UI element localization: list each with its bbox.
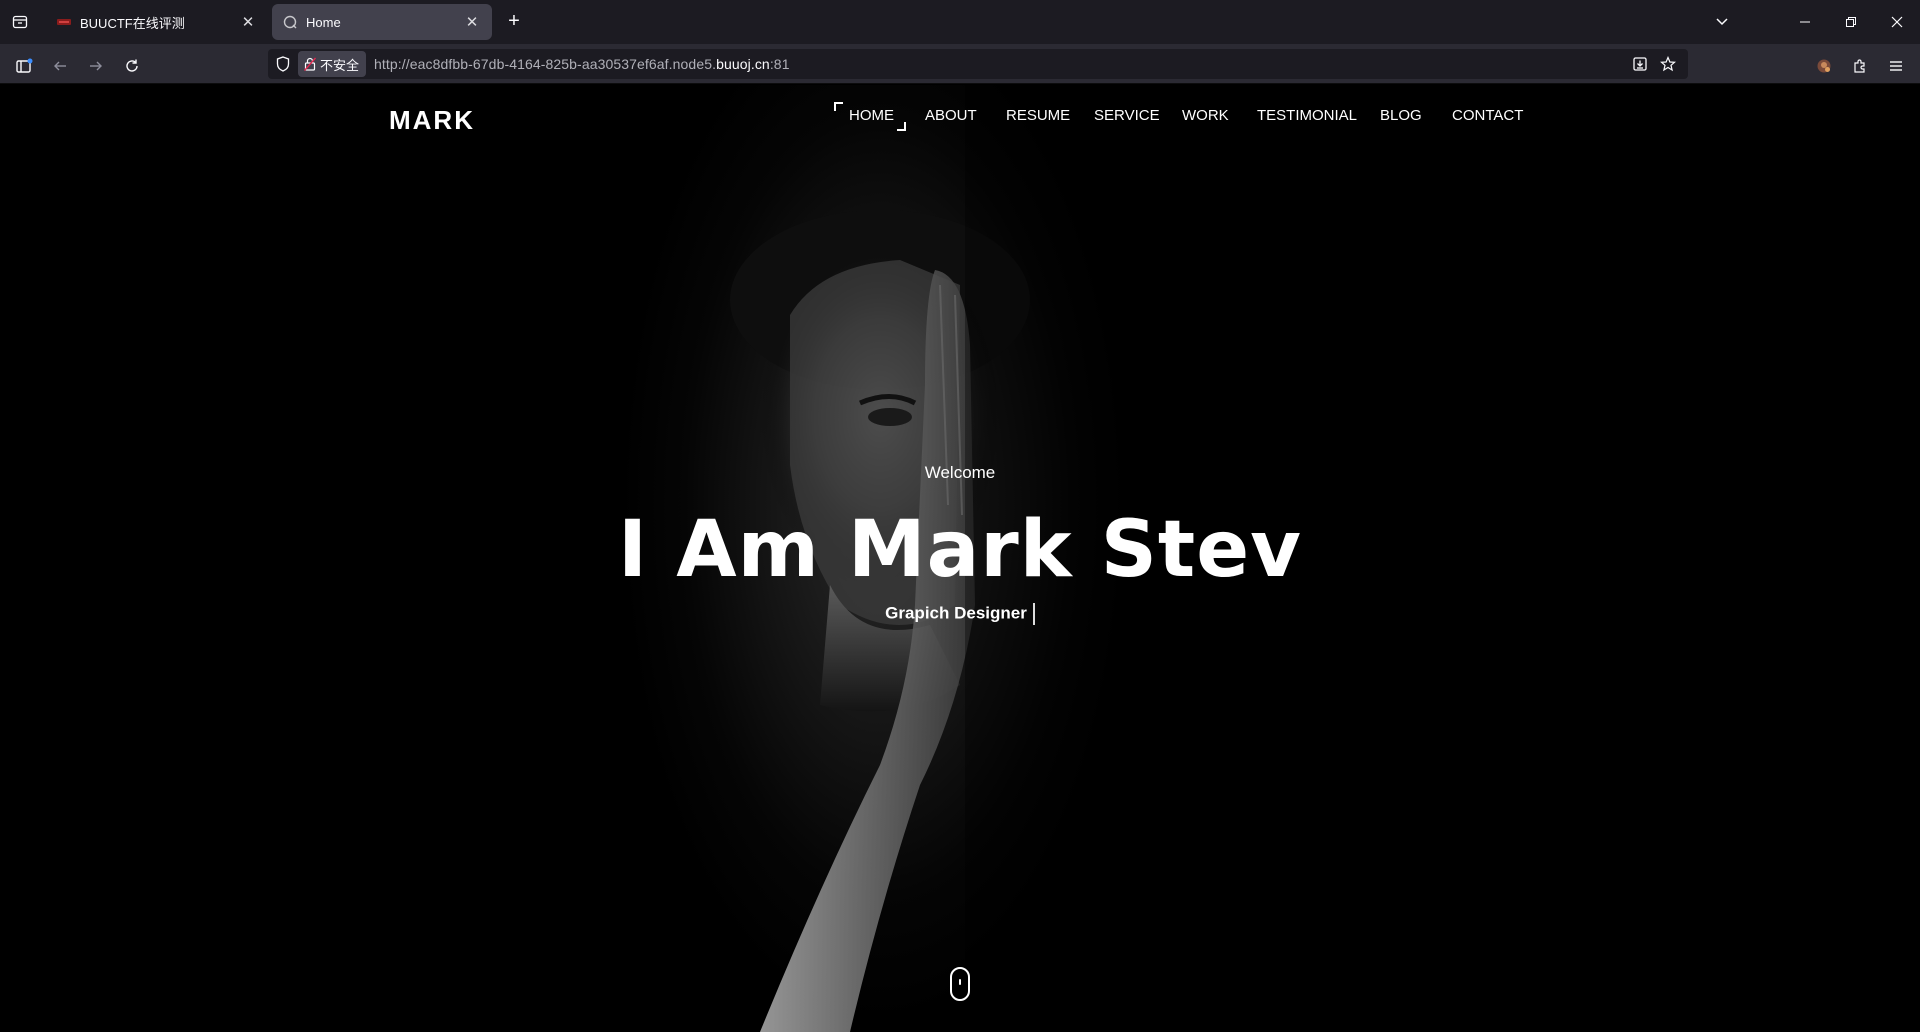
save-to-pocket-button[interactable] [1628,52,1652,76]
web-page: MARK HOME ABOUT RESUME SERVICE WORK TEST… [0,85,1920,1032]
hero-role: Grapich Designer [0,603,1920,625]
minimize-icon [1800,21,1810,23]
back-arrow-icon [54,61,66,71]
hero-section: Welcome I Am Mark Stev Grapich Designer [0,85,1920,1032]
url-text[interactable]: http://eac8dfbb-67db-4164-825b-aa30537ef… [374,56,790,72]
buuctf-favicon-icon [56,14,72,30]
tracking-protection-button[interactable] [268,49,298,79]
mouse-wheel [959,979,961,985]
puzzle-piece-icon [1854,59,1865,73]
forward-button[interactable] [82,52,110,80]
url-bar[interactable]: 不安全 http://eac8dfbb-67db-4164-825b-aa305… [268,49,1688,79]
sidebar-button[interactable] [10,52,38,80]
firefox-view-button[interactable] [0,0,40,44]
chevron-down-icon [1716,18,1728,26]
url-domain: buuoj.cn [716,56,770,72]
app-menu-button[interactable] [1882,52,1910,80]
tab-home[interactable]: Home ✕ [272,4,492,40]
tab-title: BUUCTF在线评测 [80,15,185,31]
hero-role-text: Grapich Designer [885,603,1027,623]
close-window-button[interactable] [1874,0,1920,44]
firefox-view-icon [12,15,28,29]
tab-buuctf[interactable]: BUUCTF在线评测 ✕ [46,4,268,40]
list-all-tabs-button[interactable] [1710,10,1734,34]
scroll-down-mouse-icon[interactable] [950,967,970,1001]
hamburger-menu-icon [1890,61,1902,71]
tab-title: Home [306,14,341,30]
globe-favicon-icon [282,14,298,30]
profile-extension-button[interactable] [1810,52,1838,80]
insecure-connection-badge[interactable]: 不安全 [298,51,367,77]
minimize-button[interactable] [1782,0,1828,44]
new-tab-button[interactable]: + [502,10,526,34]
url-suffix: :81 [769,56,790,72]
browser-toolbar: 不安全 http://eac8dfbb-67db-4164-825b-aa305… [0,44,1920,84]
sidebar-icon [16,58,33,73]
insecure-label: 不安全 [320,57,360,73]
hero-welcome: Welcome [924,463,996,482]
forward-arrow-icon [90,61,102,71]
star-icon [1660,56,1676,72]
download-page-icon [1633,57,1647,71]
close-tab-icon[interactable]: ✕ [238,12,258,32]
browser-tabstrip: BUUCTF在线评测 ✕ Home ✕ + [0,0,1920,44]
url-prefix: http://eac8dfbb-67db-4164-825b-aa30537ef… [374,56,717,72]
reload-icon [126,59,138,72]
lock-insecure-icon [304,57,316,71]
hero-title: I Am Mark Stev [618,505,1302,595]
reload-button[interactable] [118,52,146,80]
bookmark-star-button[interactable] [1656,52,1680,76]
typing-cursor [1032,603,1035,625]
extensions-button[interactable] [1846,52,1874,80]
restore-button[interactable] [1828,0,1874,44]
extension-avatar-icon [1817,59,1831,73]
close-icon [1891,16,1903,28]
restore-icon [1846,17,1856,27]
shield-icon [276,56,290,72]
back-button[interactable] [46,52,74,80]
close-tab-icon[interactable]: ✕ [462,12,482,32]
